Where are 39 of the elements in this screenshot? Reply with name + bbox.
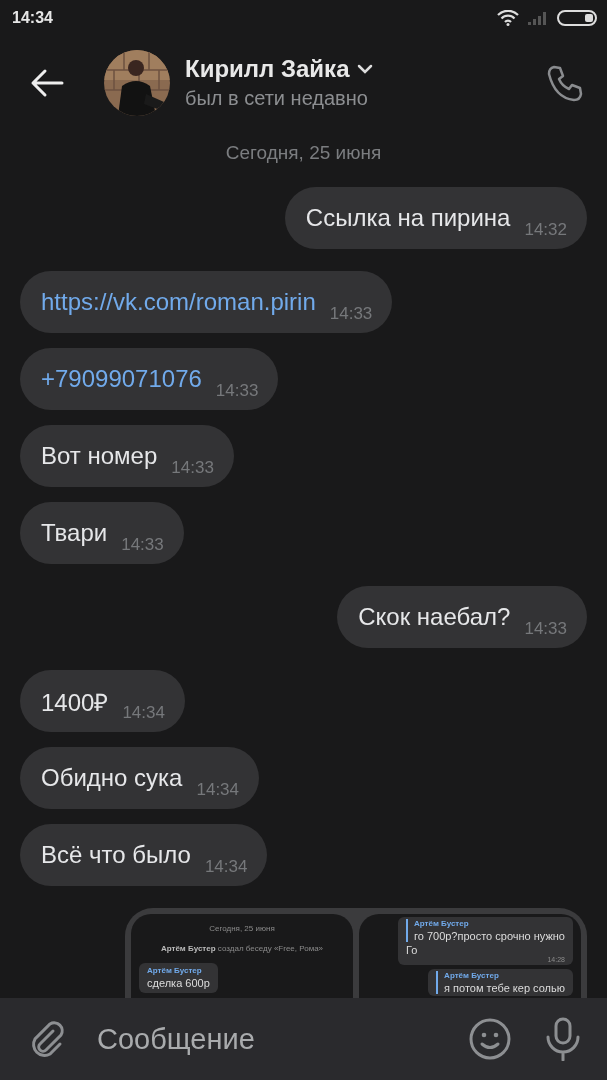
message-text: я потом тебе кер солью [444,982,565,994]
message-text: 1400₽ [41,687,109,718]
battery-icon [557,9,597,26]
message-time: 14:34 [196,780,239,801]
system-message: Артём Бустер создал беседу «Free, Рома» [160,944,324,953]
message-text: сделка 600р [147,977,210,989]
chevron-down-icon[interactable] [357,64,374,74]
message-text: Скок наебал? [358,603,511,631]
message-text: Всё что было [41,841,191,869]
wifi-icon [497,9,519,26]
message-text: Твари [41,519,108,547]
message-link[interactable]: +79099071076 [41,365,202,393]
message-time: 14:33 [171,458,214,479]
message-link[interactable]: https://vk.com/roman.pirin [41,288,316,316]
sender-name: Артём Бустер [444,971,500,980]
status-time: 14:34 [12,8,53,27]
date-divider: Сегодня, 25 июня [209,924,275,933]
message-text: го 700р?просто срочно нужно [413,930,565,942]
message-field[interactable]: Сообщение [97,1022,255,1056]
contact-name[interactable]: Кирилл Зайка [185,55,350,83]
message-text: Вот номер [41,442,158,470]
message-text: Ссылка на пирина [305,204,511,232]
sender-name: Артём Бустер [413,919,470,928]
message-time: 14:32 [524,220,567,241]
message-time: 14:33 [121,535,164,556]
message-time: 14:34 [122,703,165,724]
microphone-icon[interactable] [545,1017,581,1061]
message-time: 14:33 [524,619,567,640]
message-time: 14:33 [215,381,259,402]
message-time: 14:33 [329,304,373,325]
smiley-icon[interactable] [469,1018,511,1060]
message-time: 14:34 [204,857,248,878]
signal-icon [527,9,549,26]
contact-status: был в сети недавно [185,87,369,110]
sender-name: Артём Бустер [147,966,203,975]
date-divider: Сегодня, 25 июня [225,142,382,164]
message-text: Обидно сука [41,764,183,792]
message-text: Го [405,944,419,956]
back-arrow-icon[interactable] [30,67,64,98]
